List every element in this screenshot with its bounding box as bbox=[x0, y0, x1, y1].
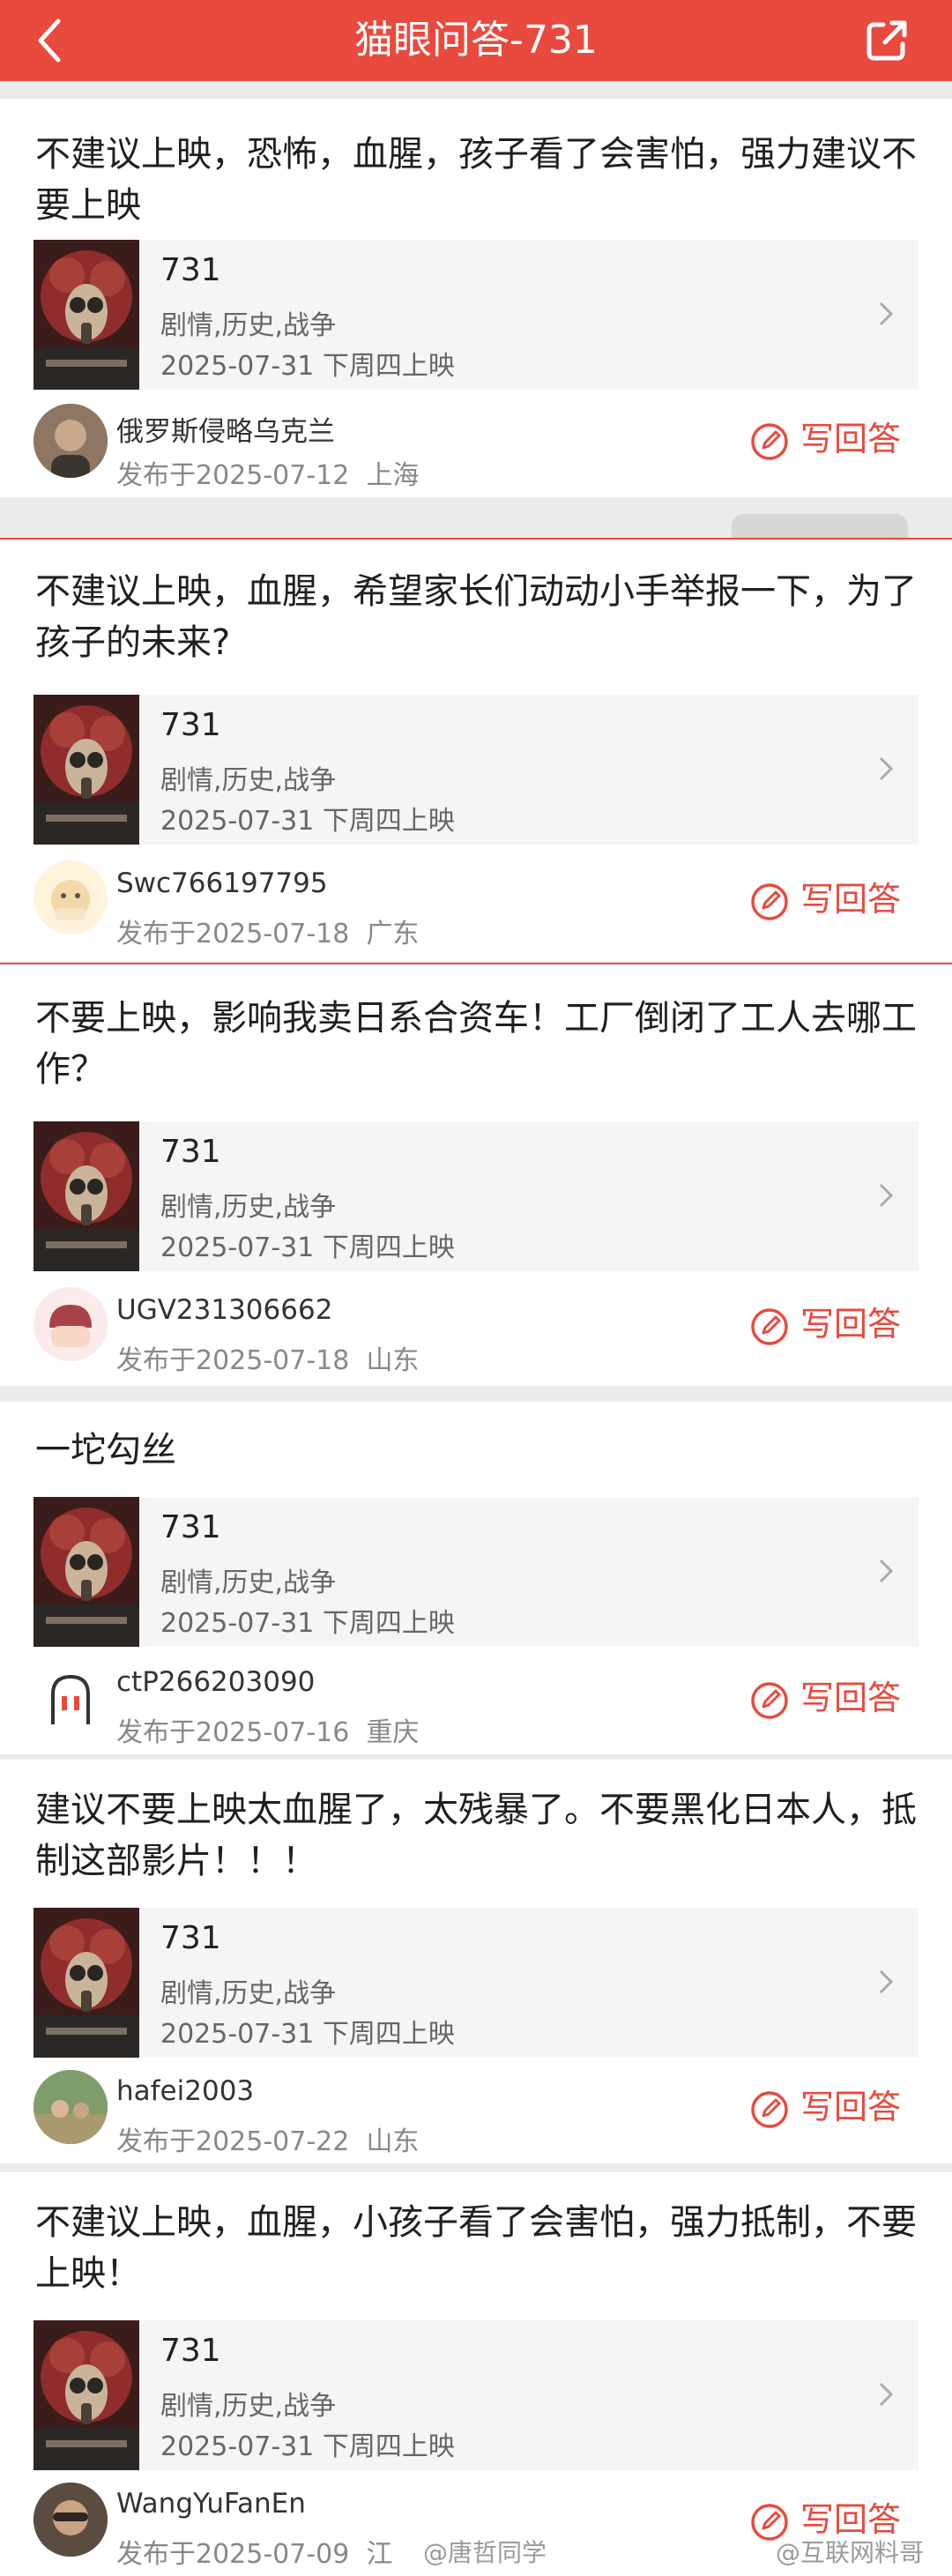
question-text[interactable]: 建议不要上映太血腥了，太残暴了。不要黑化日本人，抵制这部影片！！！ bbox=[35, 1784, 917, 1887]
movie-name: 731 bbox=[160, 2333, 221, 2369]
avatar[interactable] bbox=[33, 860, 108, 934]
question-card[interactable]: 不建议上映，血腥，希望家长们动动小手举报一下，为了孩子的未来? 731 剧情,历… bbox=[0, 538, 952, 961]
avatar[interactable] bbox=[33, 404, 108, 478]
chevron-right-icon bbox=[879, 1183, 894, 1208]
avatar[interactable] bbox=[33, 2483, 108, 2557]
movie-info-row[interactable]: 731 剧情,历史,战争 2025-07-31 下周四上映 bbox=[33, 1121, 919, 1271]
scroll-handle bbox=[732, 514, 908, 539]
write-answer-label: 写回答 bbox=[800, 880, 902, 919]
avatar[interactable] bbox=[33, 1663, 108, 1737]
edit-icon bbox=[751, 883, 788, 920]
question-text[interactable]: 不要上映，影响我卖日系合资车！工厂倒闭了工人去哪工作？ bbox=[35, 993, 917, 1095]
share-icon[interactable] bbox=[864, 18, 910, 63]
movie-name: 731 bbox=[160, 1920, 221, 1956]
edit-icon bbox=[751, 1682, 788, 1719]
movie-poster bbox=[33, 1121, 139, 1271]
movie-poster bbox=[33, 2320, 139, 2470]
question-card[interactable]: 建议不要上映太血腥了，太残暴了。不要黑化日本人，抵制这部影片！！！ 731 剧情… bbox=[0, 1760, 952, 2163]
movie-info-row[interactable]: 731 剧情,历史,战争 2025-07-31 下周四上映 bbox=[33, 695, 919, 845]
edit-icon bbox=[751, 423, 788, 460]
write-answer-button[interactable]: 写回答 bbox=[749, 875, 917, 924]
question-text[interactable]: 不建议上映，恐怖，血腥，孩子看了会害怕，强力建议不要上映 bbox=[35, 129, 917, 231]
question-card[interactable]: 不建议上映，血腥，小孩子看了会害怕，强力抵制，不要上映！ 731 剧情,历史,战… bbox=[0, 2172, 952, 2576]
question-card[interactable]: 一坨勾丝 731 剧情,历史,战争 2025-07-31 下周四上映 ctP26… bbox=[0, 1402, 952, 1754]
question-card[interactable]: 不要上映，影响我卖日系合资车！工厂倒闭了工人去哪工作？ 731 剧情,历史,战争… bbox=[0, 963, 952, 1386]
question-card[interactable]: 不建议上映，恐怖，血腥，孩子看了会害怕，强力建议不要上映 731 剧情,历史,战… bbox=[0, 99, 952, 497]
movie-info-row[interactable]: 731 剧情,历史,战争 2025-07-31 下周四上映 bbox=[33, 1497, 919, 1647]
movie-info-row[interactable]: 731 剧情,历史,战争 2025-07-31 下周四上映 bbox=[33, 240, 919, 390]
movie-poster bbox=[33, 240, 139, 390]
publish-date: 发布于2025-07-16 重庆 bbox=[116, 1717, 420, 1748]
movie-genre: 剧情,历史,战争 bbox=[160, 310, 337, 341]
edit-icon bbox=[751, 1308, 788, 1345]
movie-genre: 剧情,历史,战争 bbox=[160, 765, 337, 796]
movie-genre: 剧情,历史,战争 bbox=[160, 1978, 337, 2009]
write-answer-button[interactable]: 写回答 bbox=[749, 2082, 917, 2132]
write-answer-label: 写回答 bbox=[800, 1305, 902, 1344]
movie-info-row[interactable]: 731 剧情,历史,战争 2025-07-31 下周四上映 bbox=[33, 2320, 919, 2470]
chevron-right-icon bbox=[879, 756, 894, 781]
user-name[interactable]: hafei2003 bbox=[116, 2075, 254, 2107]
publish-date: 发布于2025-07-18 广东 bbox=[116, 919, 420, 949]
movie-release: 2025-07-31 下周四上映 bbox=[160, 1232, 455, 1263]
write-answer-button[interactable]: 写回答 bbox=[749, 1673, 917, 1723]
movie-name: 731 bbox=[160, 1134, 221, 1170]
chevron-right-icon bbox=[879, 1559, 894, 1583]
movie-genre: 剧情,历史,战争 bbox=[160, 1192, 337, 1223]
write-answer-label: 写回答 bbox=[800, 1679, 902, 1717]
movie-release: 2025-07-31 下周四上映 bbox=[160, 2019, 455, 2050]
movie-poster bbox=[33, 1497, 139, 1647]
user-name[interactable]: Swc766197795 bbox=[116, 867, 328, 899]
watermark-2: @互联网料哥 bbox=[776, 2538, 925, 2567]
watermark-1: @唐哲同学 bbox=[423, 2538, 547, 2567]
movie-poster bbox=[33, 1908, 139, 2058]
movie-genre: 剧情,历史,战争 bbox=[160, 1567, 337, 1598]
chevron-right-icon bbox=[879, 1969, 894, 1994]
page-title: 猫眼问答-731 bbox=[354, 18, 598, 63]
write-answer-button[interactable]: 写回答 bbox=[749, 1299, 917, 1349]
top-bar: 猫眼问答-731 bbox=[0, 0, 952, 81]
chevron-right-icon bbox=[879, 302, 894, 326]
user-name[interactable]: ctP266203090 bbox=[116, 1666, 315, 1698]
write-answer-button[interactable]: 写回答 bbox=[749, 414, 917, 464]
movie-release: 2025-07-31 下周四上映 bbox=[160, 806, 455, 837]
question-text[interactable]: 不建议上映，血腥，小孩子看了会害怕，强力抵制，不要上映！ bbox=[35, 2197, 917, 2299]
user-name[interactable]: WangYuFanEn bbox=[116, 2488, 306, 2520]
write-answer-label: 写回答 bbox=[800, 420, 902, 458]
publish-date: 发布于2025-07-18 山东 bbox=[116, 1345, 420, 1376]
movie-name: 731 bbox=[160, 707, 221, 743]
user-name[interactable]: UGV231306662 bbox=[116, 1294, 332, 1326]
edit-icon bbox=[751, 2091, 788, 2128]
write-answer-label: 写回答 bbox=[800, 2088, 902, 2126]
movie-name: 731 bbox=[160, 252, 221, 288]
movie-poster bbox=[33, 695, 139, 845]
question-text[interactable]: 一坨勾丝 bbox=[35, 1425, 917, 1476]
user-name[interactable]: 俄罗斯侵略乌克兰 bbox=[116, 409, 335, 449]
avatar[interactable] bbox=[33, 2070, 108, 2144]
question-text[interactable]: 不建议上映，血腥，希望家长们动动小手举报一下，为了孩子的未来? bbox=[35, 566, 917, 668]
avatar[interactable] bbox=[33, 1287, 108, 1361]
movie-genre: 剧情,历史,战争 bbox=[160, 2391, 337, 2422]
movie-release: 2025-07-31 下周四上映 bbox=[160, 351, 455, 382]
movie-release: 2025-07-31 下周四上映 bbox=[160, 1608, 455, 1639]
chevron-right-icon bbox=[879, 2382, 894, 2407]
publish-date: 发布于2025-07-12 上海 bbox=[116, 460, 420, 491]
publish-date: 发布于2025-07-22 山东 bbox=[116, 2126, 420, 2157]
movie-info-row[interactable]: 731 剧情,历史,战争 2025-07-31 下周四上映 bbox=[33, 1908, 919, 2058]
movie-name: 731 bbox=[160, 1509, 221, 1545]
movie-release: 2025-07-31 下周四上映 bbox=[160, 2431, 455, 2462]
publish-date: 发布于2025-07-09 江 bbox=[116, 2539, 393, 2570]
